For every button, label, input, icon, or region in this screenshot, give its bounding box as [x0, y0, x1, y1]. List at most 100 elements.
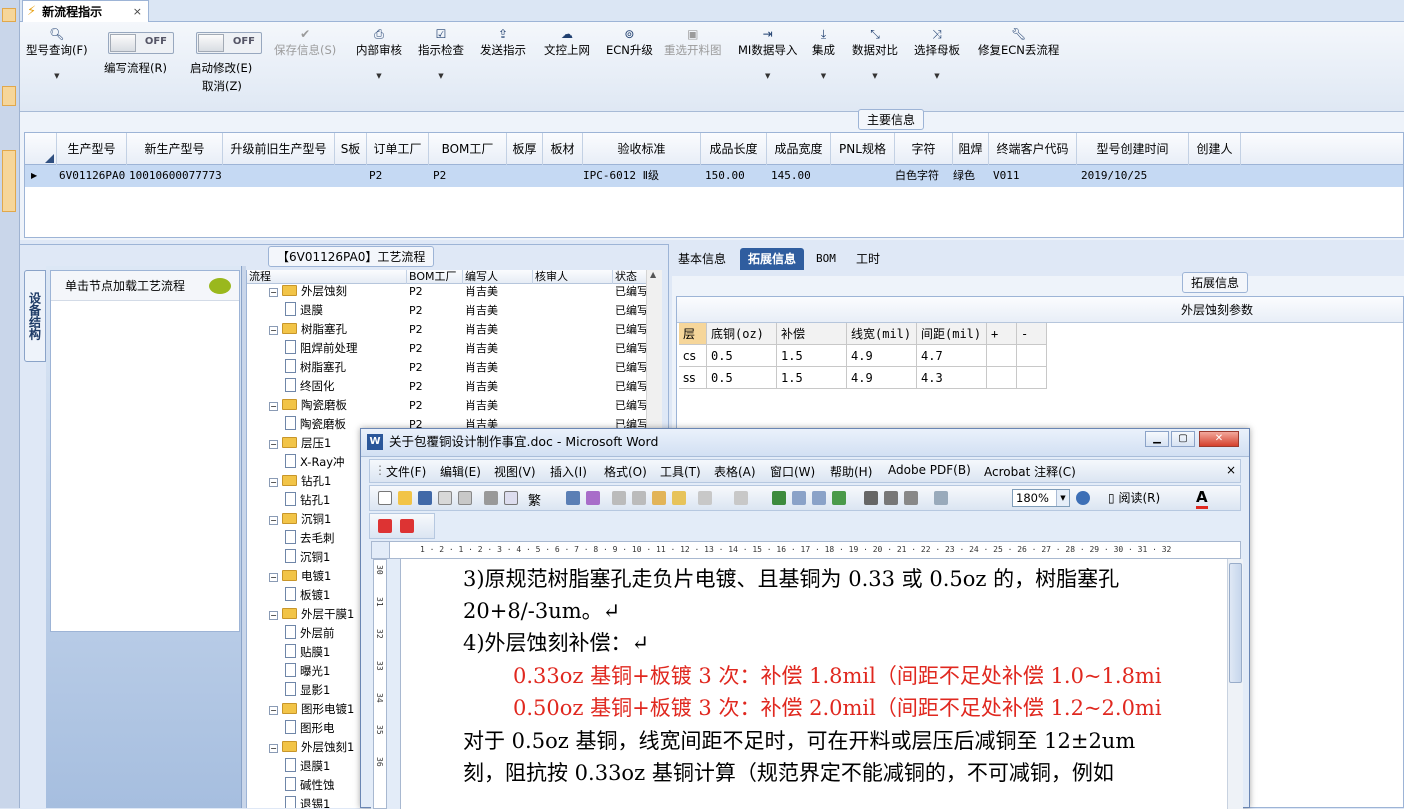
- tab-new-flow-instruction[interactable]: ⚡ 新流程指示 ×: [22, 0, 149, 22]
- tab-bom[interactable]: BOM: [808, 248, 844, 270]
- cell[interactable]: 绿色: [949, 165, 989, 187]
- zoom-select[interactable]: 180% ▼: [1012, 489, 1070, 507]
- maximize-icon[interactable]: ▢: [1171, 431, 1195, 447]
- param-cell[interactable]: 4.9: [847, 345, 917, 367]
- spelling-icon[interactable]: [566, 491, 580, 505]
- param-cell[interactable]: 0.5: [707, 345, 777, 367]
- tree-node[interactable]: − 沉铜1: [269, 510, 331, 529]
- param-col-header[interactable]: 线宽(mil): [847, 323, 917, 345]
- tree-node[interactable]: − 外层蚀刻1: [269, 738, 354, 757]
- drawing-icon[interactable]: [884, 491, 898, 505]
- integrate-button[interactable]: ⤓ 集成 ▼: [812, 26, 835, 80]
- param-col-header[interactable]: -: [1017, 323, 1047, 345]
- tab-extended-info[interactable]: 拓展信息: [740, 248, 805, 270]
- param-cell[interactable]: 1.5: [777, 367, 847, 389]
- col-header[interactable]: 终端客户代码: [989, 133, 1077, 165]
- tree-node[interactable]: X-Ray冲: [285, 453, 345, 472]
- instruction-check-button[interactable]: ☑ 指示检查 ▼: [418, 26, 464, 80]
- help-icon[interactable]: [1076, 491, 1090, 505]
- undo-icon[interactable]: [698, 491, 712, 505]
- col-header[interactable]: 成品长度: [701, 133, 767, 165]
- select-master-button[interactable]: ⤨ 选择母板 ▼: [914, 26, 960, 80]
- tab-basic-info[interactable]: 基本信息: [670, 248, 734, 270]
- save-info-button[interactable]: ✔ 保存信息(S): [274, 26, 336, 58]
- tree-node[interactable]: 钻孔1: [285, 491, 330, 510]
- tree-node[interactable]: − 外层蚀刻: [269, 282, 347, 301]
- edge-tab[interactable]: [2, 150, 16, 212]
- permission-icon[interactable]: [438, 491, 452, 505]
- close-icon[interactable]: ×: [133, 5, 142, 18]
- menu-help[interactable]: 帮助(H): [830, 463, 872, 480]
- show-hide-icon[interactable]: [934, 491, 948, 505]
- cell[interactable]: 10010600077773: [125, 165, 223, 187]
- param-cell[interactable]: 4.7: [917, 345, 987, 367]
- save-icon[interactable]: [418, 491, 432, 505]
- cut-icon[interactable]: [612, 491, 626, 505]
- menu-close-icon[interactable]: ×: [1226, 463, 1236, 477]
- open-folder-icon[interactable]: [398, 491, 412, 505]
- tree-node[interactable]: − 陶瓷磨板: [269, 396, 347, 415]
- tree-node[interactable]: 贴膜1: [285, 643, 330, 662]
- tree-node[interactable]: 沉铜1: [285, 548, 330, 567]
- param-cell[interactable]: 4.9: [847, 367, 917, 389]
- tree-node[interactable]: − 树脂塞孔: [269, 320, 347, 339]
- tree-row[interactable]: 退膜 P2 肖吉美 已编写: [247, 301, 662, 320]
- format-painter-icon[interactable]: [672, 491, 686, 505]
- print-icon[interactable]: [484, 491, 498, 505]
- tree-row[interactable]: 树脂塞孔 P2 肖吉美 已编写: [247, 358, 662, 377]
- font-color-icon[interactable]: A: [1196, 488, 1208, 509]
- write-flow-toggle[interactable]: OFF: [108, 32, 174, 54]
- param-cell[interactable]: [1017, 367, 1047, 389]
- cell[interactable]: P2: [365, 165, 427, 187]
- param-cell[interactable]: cs: [679, 345, 707, 367]
- cell[interactable]: P2: [429, 165, 507, 187]
- tree-node[interactable]: − 层压1: [269, 434, 331, 453]
- cell[interactable]: 150.00: [701, 165, 767, 187]
- columns-icon[interactable]: [864, 491, 878, 505]
- new-document-icon[interactable]: [378, 491, 392, 505]
- document-map-icon[interactable]: [904, 491, 918, 505]
- tree-node[interactable]: 去毛刺: [285, 529, 335, 548]
- tree-node[interactable]: 树脂塞孔: [285, 358, 346, 377]
- collapse-icon[interactable]: −: [269, 288, 278, 297]
- ecn-upgrade-button[interactable]: ⊚ ECN升级: [606, 26, 653, 58]
- tree-node[interactable]: 板镀1: [285, 586, 330, 605]
- col-header[interactable]: 创建人: [1189, 133, 1241, 165]
- menu-adobe-pdf[interactable]: Adobe PDF(B): [888, 463, 971, 477]
- scroll-thumb[interactable]: [1229, 563, 1242, 683]
- tables-borders-icon[interactable]: [792, 491, 806, 505]
- tree-node[interactable]: 陶瓷磨板: [285, 415, 346, 434]
- cell[interactable]: 145.00: [767, 165, 831, 187]
- col-header[interactable]: 新生产型号: [127, 133, 223, 165]
- menu-window[interactable]: 窗口(W): [770, 463, 815, 480]
- model-query-button[interactable]: 🔍︎ 型号查询(F) ▼: [26, 26, 88, 80]
- edge-tab[interactable]: [2, 86, 16, 106]
- collapse-icon[interactable]: −: [269, 326, 278, 335]
- print-preview-icon[interactable]: [504, 491, 518, 505]
- param-col-header[interactable]: 层: [679, 323, 707, 345]
- edge-tab[interactable]: [2, 8, 16, 22]
- tab-selector[interactable]: [372, 542, 390, 558]
- col-header[interactable]: 验收标准: [583, 133, 701, 165]
- param-cell[interactable]: 4.3: [917, 367, 987, 389]
- param-col-header[interactable]: 底铜(oz): [707, 323, 777, 345]
- param-cell[interactable]: 0.5: [707, 367, 777, 389]
- col-header[interactable]: PNL规格: [831, 133, 895, 165]
- tree-node[interactable]: 阻焊前处理: [285, 339, 358, 358]
- data-compare-button[interactable]: ⤡ 数据对比 ▼: [852, 26, 898, 80]
- cell[interactable]: IPC-6012 Ⅱ级: [579, 165, 701, 187]
- col-header[interactable]: 升级前旧生产型号: [223, 133, 335, 165]
- collapse-icon[interactable]: −: [269, 744, 278, 753]
- collapse-icon[interactable]: −: [269, 516, 278, 525]
- fix-ecn-flow-button[interactable]: 🔧︎ 修复ECN丢流程: [978, 26, 1059, 58]
- insert-table-icon[interactable]: [812, 491, 826, 505]
- paste-icon[interactable]: [652, 491, 666, 505]
- col-header[interactable]: 成品宽度: [767, 133, 831, 165]
- tree-node[interactable]: 退锡1: [285, 795, 330, 808]
- hyperlink-icon[interactable]: [772, 491, 786, 505]
- tree-node[interactable]: 显影1: [285, 681, 330, 700]
- convert-pdf-email-icon[interactable]: [400, 519, 414, 533]
- menu-table[interactable]: 表格(A): [714, 463, 756, 480]
- col-header[interactable]: 阻焊: [953, 133, 989, 165]
- minimize-icon[interactable]: ▁: [1145, 431, 1169, 447]
